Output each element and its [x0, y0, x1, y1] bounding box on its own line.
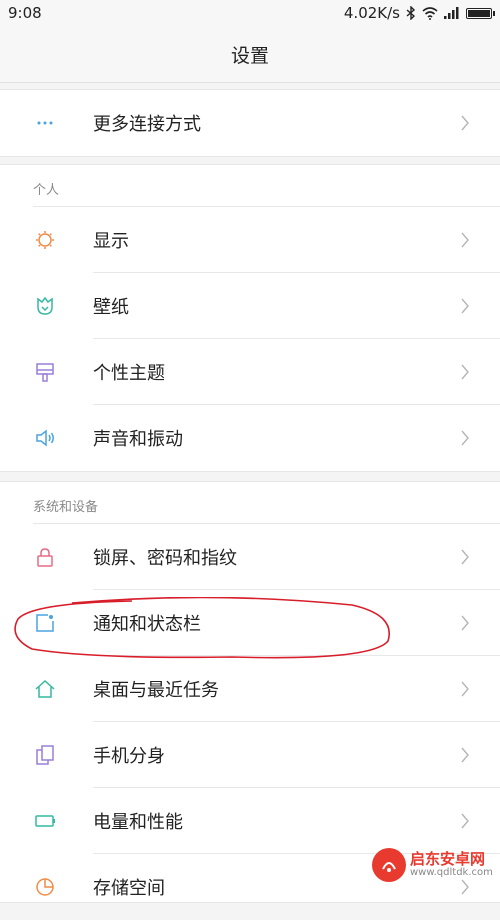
chevron-right-icon [461, 232, 469, 248]
watermark-logo: 启东安卓网 www.qdltdk.com [372, 845, 494, 885]
settings-item-display[interactable]: 显示 [0, 207, 500, 273]
battery-icon [35, 815, 55, 827]
network-speed: 4.02K/s [343, 4, 400, 22]
chevron-right-icon [461, 615, 469, 631]
status-bar: 9:08 4.02K/s [0, 0, 500, 26]
watermark-icon [372, 848, 406, 882]
more-dots-icon [37, 121, 53, 125]
settings-item-label: 存储空间 [93, 878, 165, 899]
settings-item-label: 电量和性能 [93, 812, 183, 833]
chevron-right-icon [461, 747, 469, 763]
theme-brush-icon [36, 363, 54, 382]
status-right: 4.02K/s [343, 4, 495, 22]
clone-icon [36, 745, 54, 765]
settings-item-second-space[interactable]: 手机分身 [0, 722, 500, 788]
settings-item-label: 更多连接方式 [93, 114, 201, 135]
storage-pie-icon [36, 878, 54, 896]
settings-item-home-recents[interactable]: 桌面与最近任务 [0, 656, 500, 722]
section-header-label: 个人 [33, 183, 60, 198]
settings-item-label: 显示 [93, 231, 129, 252]
status-time: 9:08 [8, 4, 42, 22]
sun-icon [36, 231, 54, 249]
watermark-text: 启东安卓网 www.qdltdk.com [410, 849, 493, 878]
settings-item-sound[interactable]: 声音和振动 [0, 405, 500, 471]
battery-status-icon [466, 7, 495, 19]
settings-item-label: 锁屏、密码和指纹 [93, 548, 237, 569]
section-personal: 个人 显示 壁纸 个性主题 声音和振动 [0, 164, 500, 472]
chevron-right-icon [461, 298, 469, 314]
chevron-right-icon [461, 430, 469, 446]
settings-item-more-connections[interactable]: 更多连接方式 [0, 90, 500, 156]
watermark-main: 启东安卓网 [410, 849, 486, 868]
section-header: 个人 [0, 165, 500, 207]
settings-item-label: 壁纸 [93, 297, 129, 318]
bluetooth-icon [406, 6, 416, 20]
settings-item-lockscreen[interactable]: 锁屏、密码和指纹 [0, 524, 500, 590]
signal-icon [444, 7, 459, 19]
red-circle-annotation [14, 597, 390, 659]
settings-item-label: 个性主题 [93, 363, 165, 384]
chevron-right-icon [461, 813, 469, 829]
title-bar: 设置 [0, 26, 500, 83]
wifi-icon [422, 6, 438, 20]
settings-item-wallpaper[interactable]: 壁纸 [0, 273, 500, 339]
page-title: 设置 [230, 44, 269, 67]
lock-icon [37, 548, 53, 567]
section-header: 系统和设备 [0, 482, 500, 524]
tulip-icon [37, 296, 53, 315]
chevron-right-icon [461, 681, 469, 697]
section-connections: 更多连接方式 [0, 89, 500, 157]
settings-item-label: 声音和振动 [93, 429, 183, 450]
section-header-label: 系统和设备 [33, 500, 99, 515]
chevron-right-icon [461, 549, 469, 565]
watermark-sub: www.qdltdk.com [410, 866, 493, 878]
chevron-right-icon [461, 364, 469, 380]
section-system: 系统和设备 锁屏、密码和指纹 通知和状态栏 桌面与最近任务 手机分身 电量和性能… [0, 481, 500, 903]
speaker-icon [36, 429, 54, 447]
home-icon [35, 679, 55, 698]
settings-item-label: 桌面与最近任务 [93, 680, 219, 701]
chevron-right-icon [461, 115, 469, 131]
settings-item-label: 手机分身 [93, 746, 165, 767]
settings-item-themes[interactable]: 个性主题 [0, 339, 500, 405]
